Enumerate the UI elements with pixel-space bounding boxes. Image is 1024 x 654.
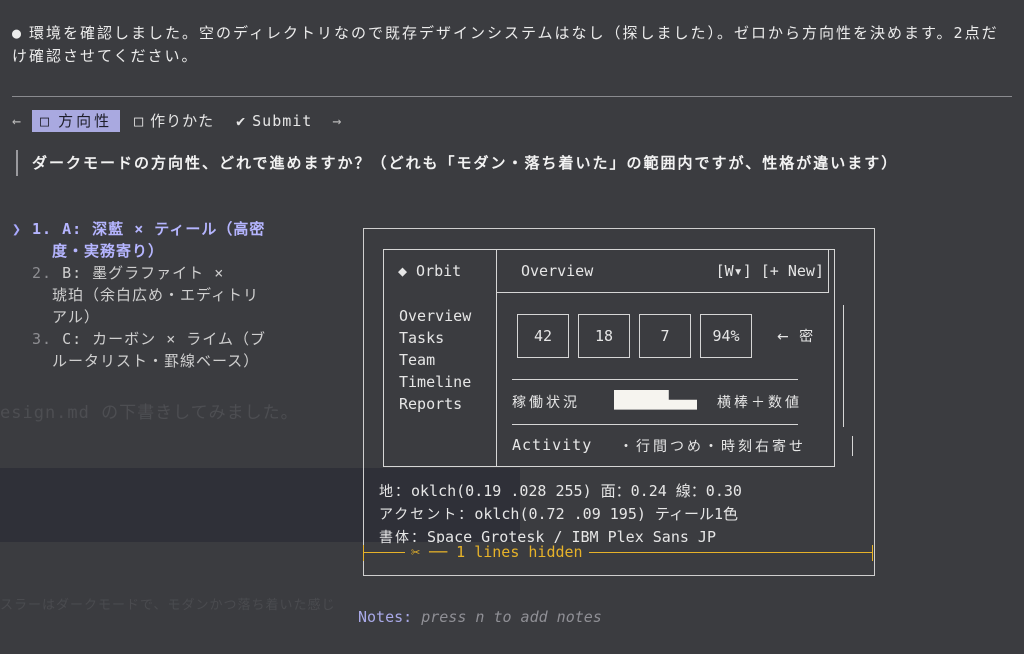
kpi-box: 94% [700, 314, 752, 358]
tab-direction[interactable]: □ 方向性 [32, 110, 121, 132]
mockup-nav-item: Team [399, 351, 436, 369]
mockup-scrollbar [852, 436, 853, 456]
mockup-nav-item: Timeline [399, 373, 472, 391]
mockup-nav-item: Overview [399, 307, 472, 325]
mockup-header: Overview [W▾] [+ New] [496, 250, 829, 293]
hidden-lines-text: ✂ ── 1 lines hidden [405, 543, 589, 561]
notes-hint: press n to add notes [421, 608, 602, 626]
message-text: 環境を確認しました。空のディレクトリなので既存デザインシステムはなし（探しました… [12, 24, 999, 65]
spec-line: 地：oklch(0.19 .028 255) 面：0.24 線：0.30 [379, 482, 742, 500]
mockup-brand: ◆ Orbit [398, 262, 462, 280]
background-text: esign.md の下書きしてみました。 [0, 403, 299, 423]
mockup-nav: Overview Tasks Team Timeline Reports [399, 305, 471, 415]
checkbox-icon: □ [40, 112, 53, 130]
kpi-box: 18 [578, 314, 630, 358]
option-a[interactable]: ❯ 1. A: 深藍 × ティール（高密 度・実務寄り） [12, 218, 342, 262]
mockup-divider [512, 424, 798, 425]
option-b[interactable]: 2. B: 墨グラファイト × 琥珀（余白広め・エディトリ アル） [12, 262, 342, 328]
status-note: 横棒＋数値 [717, 395, 802, 411]
checkbox-icon: □ [134, 112, 145, 130]
tab-submit[interactable]: ✔ Submit [228, 110, 320, 132]
divider [12, 96, 1012, 97]
kpi-box: 7 [639, 314, 691, 358]
notes-label: Notes: [358, 608, 413, 626]
mockup-actions: [W▾] [+ New] [715, 262, 824, 280]
activity-label: Activity [512, 436, 593, 454]
prev-tab-arrow-icon[interactable]: ← [12, 112, 22, 130]
mockup-nav-item: Tasks [399, 329, 445, 347]
option-c[interactable]: 3. C: カーボン × ライム（ブ ルータリスト・罫線ベース） [12, 328, 342, 372]
design-specs: 地：oklch(0.19 .028 255) 面：0.24 線：0.30 アクセ… [379, 480, 742, 549]
mockup-nav-item: Reports [399, 395, 463, 413]
selection-caret-icon: ❯ [12, 220, 23, 238]
mockup-scrollbar [843, 305, 844, 427]
question-tabs: ← □ 方向性 □ 作りかた ✔ Submit → [12, 110, 342, 132]
mockup-sidebar: ◆ Orbit Overview Tasks Team Timeline Rep… [384, 250, 497, 466]
status-bar [614, 390, 697, 410]
message-bullet: ● [12, 24, 24, 42]
mockup-title: Overview [521, 262, 594, 280]
kpi-box: 42 [517, 314, 569, 358]
ui-mockup: ◆ Orbit Overview Tasks Team Timeline Rep… [383, 249, 853, 467]
option-list: ❯ 1. A: 深藍 × ティール（高密 度・実務寄り） 2. B: 墨グラファ… [12, 218, 342, 372]
next-tab-arrow-icon[interactable]: → [332, 112, 342, 130]
status-label: 稼働状況 [512, 395, 580, 411]
question-text: ダークモードの方向性、どれで進めますか？（どれも「モダン・落ち着いた」の範囲内で… [16, 150, 1024, 176]
spec-line: アクセント：oklch(0.72 .09 195) ティール1色 [379, 505, 739, 523]
assistant-message: ● 環境を確認しました。空のディレクトリなので既存デザインシステムはなし（探しまし… [12, 22, 1012, 68]
hidden-lines-indicator[interactable]: ✂ ── 1 lines hidden [363, 541, 873, 565]
activity-note: ・行間つめ・時刻右寄せ [619, 439, 806, 455]
notes-prompt[interactable]: Notes: press n to add notes [358, 608, 602, 626]
mockup-divider [512, 379, 798, 380]
background-text: スラーはダークモードで、モダンかつ落ち着いた感じ [0, 598, 336, 613]
tab-method[interactable]: □ 作りかた [126, 110, 222, 132]
checkmark-icon: ✔ [236, 112, 247, 130]
density-note: ← 密 [777, 329, 817, 345]
